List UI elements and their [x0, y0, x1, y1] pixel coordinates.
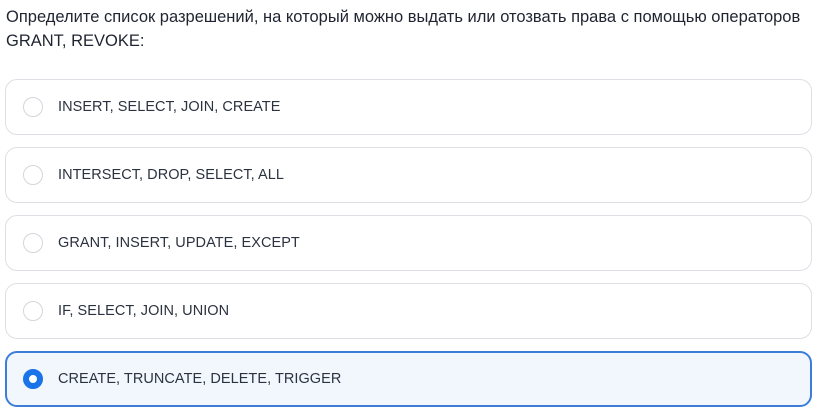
radio-button[interactable] — [23, 165, 43, 185]
answer-option[interactable]: IF, SELECT, JOIN, UNION — [5, 283, 812, 339]
answer-option-label: CREATE, TRUNCATE, DELETE, TRIGGER — [58, 371, 342, 387]
radio-button[interactable] — [23, 369, 43, 389]
answer-option-label: INTERSECT, DROP, SELECT, ALL — [58, 167, 284, 183]
answer-option[interactable]: INTERSECT, DROP, SELECT, ALL — [5, 147, 812, 203]
answer-option[interactable]: CREATE, TRUNCATE, DELETE, TRIGGER — [5, 351, 812, 407]
radio-button[interactable] — [23, 233, 43, 253]
answer-option-label: IF, SELECT, JOIN, UNION — [58, 303, 230, 319]
answer-option-label: INSERT, SELECT, JOIN, CREATE — [58, 99, 281, 115]
answer-options-list: INSERT, SELECT, JOIN, CREATE INTERSECT, … — [5, 79, 812, 419]
answer-option[interactable]: GRANT, INSERT, UPDATE, EXCEPT — [5, 215, 812, 271]
radio-button[interactable] — [23, 301, 43, 321]
answer-option-label: GRANT, INSERT, UPDATE, EXCEPT — [58, 235, 300, 251]
radio-button[interactable] — [23, 97, 43, 117]
answer-option[interactable]: INSERT, SELECT, JOIN, CREATE — [5, 79, 812, 135]
question-text: Определите список разрешений, на который… — [6, 8, 801, 50]
